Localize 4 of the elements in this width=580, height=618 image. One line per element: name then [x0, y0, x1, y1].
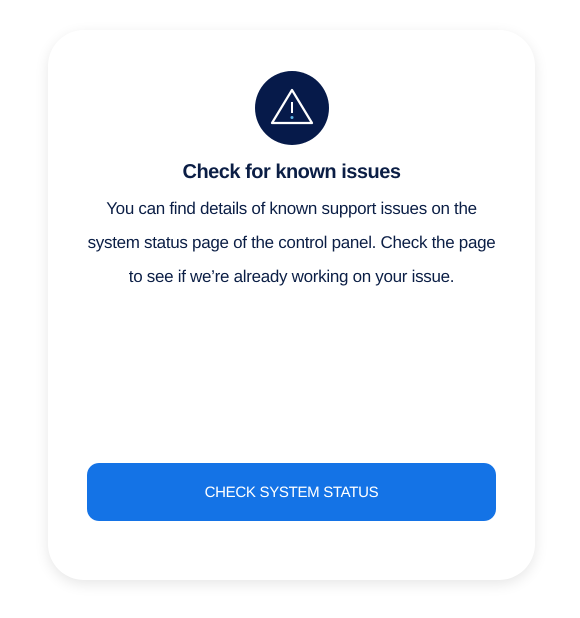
check-status-button[interactable]: CHECK SYSTEM STATUS [87, 463, 496, 521]
warning-icon [254, 71, 328, 145]
card-title: Check for known issues [182, 161, 400, 184]
card-description: You can find details of known support issues on the system status page of the control panel. Check the page to see if we’re already working on your issue. [86, 198, 496, 288]
